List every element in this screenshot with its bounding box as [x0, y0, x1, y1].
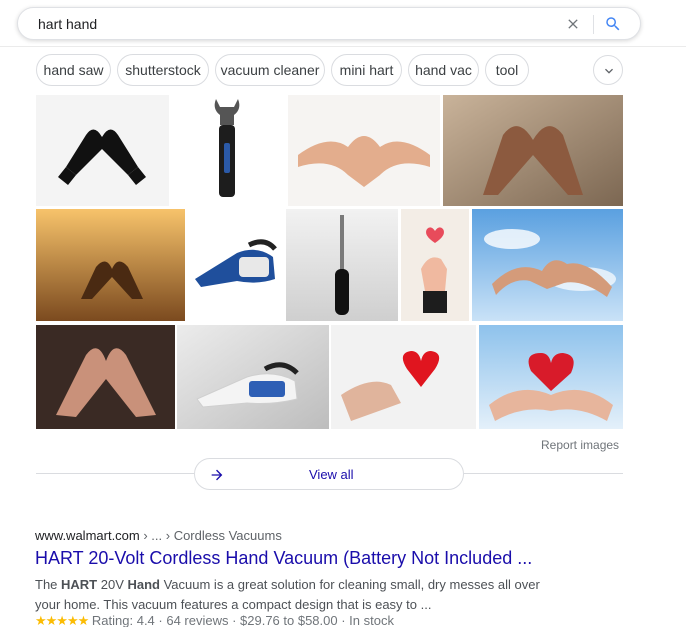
view-all-button[interactable]: View all [194, 458, 464, 490]
snippet-text: 20V [97, 577, 128, 592]
result-breadcrumb[interactable]: www.walmart.com › ... › Cordless Vacuums [35, 528, 282, 543]
search-icon[interactable] [604, 15, 622, 33]
image-result-sky-heart-hands[interactable] [472, 209, 623, 321]
image-result-screwdriver[interactable] [286, 209, 398, 321]
image-result-finger-heart-illustration[interactable] [401, 209, 469, 321]
search-bar: hart hand [17, 7, 641, 40]
chip-tool[interactable]: tool [485, 54, 529, 86]
clear-icon[interactable] [565, 16, 581, 32]
result-rating: ★★★★★ Rating: 4.4 · 64 reviews · $29.76 … [35, 613, 394, 627]
expand-chips-button[interactable] [593, 55, 623, 85]
chip-vacuum-cleaner[interactable]: vacuum cleaner [215, 54, 325, 86]
report-images-link[interactable]: Report images [541, 438, 619, 452]
image-result-interlaced-hands-heart[interactable] [36, 325, 175, 429]
result-title-link[interactable]: HART 20-Volt Cordless Hand Vacuum (Batte… [35, 548, 532, 569]
image-result-sunset-heart-hands[interactable] [36, 209, 185, 321]
image-result-wrench[interactable] [172, 95, 285, 206]
image-result-hands-heart-silhouette[interactable] [36, 95, 169, 206]
chip-hand-saw[interactable]: hand saw [36, 54, 111, 86]
view-all-label: View all [309, 467, 354, 482]
header-divider [0, 46, 686, 47]
image-result-hands-holding-heart[interactable] [479, 325, 623, 429]
divider-left [36, 473, 194, 474]
search-input[interactable]: hart hand [38, 16, 97, 32]
image-result-hands-heart-warm[interactable] [443, 95, 623, 206]
chip-mini-hart[interactable]: mini hart [331, 54, 402, 86]
image-result-hand-vacuum[interactable] [187, 209, 283, 321]
snippet-bold-hand: Hand [127, 577, 160, 592]
rating-text: Rating: 4.4 · 64 reviews · $29.76 to $58… [91, 613, 394, 627]
result-path: › ... › Cordless Vacuums [139, 528, 282, 543]
divider-right [464, 473, 623, 474]
chip-hand-vac[interactable]: hand vac [408, 54, 479, 86]
snippet-bold-hart: HART [61, 577, 98, 592]
image-result-hand-vacuum-white[interactable] [177, 325, 329, 429]
result-domain: www.walmart.com [35, 528, 140, 543]
image-result-hand-red-heart[interactable] [331, 325, 476, 429]
image-result-hands-heart[interactable] [288, 95, 440, 206]
result-snippet: The HART 20V Hand Vacuum is a great solu… [35, 575, 555, 615]
search-divider [593, 15, 594, 34]
arrow-right-icon [211, 469, 223, 481]
snippet-text: The [35, 577, 62, 592]
chevron-down-icon [605, 68, 613, 74]
rating-stars-icon: ★★★★★ [35, 613, 89, 627]
chip-shutterstock[interactable]: shutterstock [117, 54, 209, 86]
